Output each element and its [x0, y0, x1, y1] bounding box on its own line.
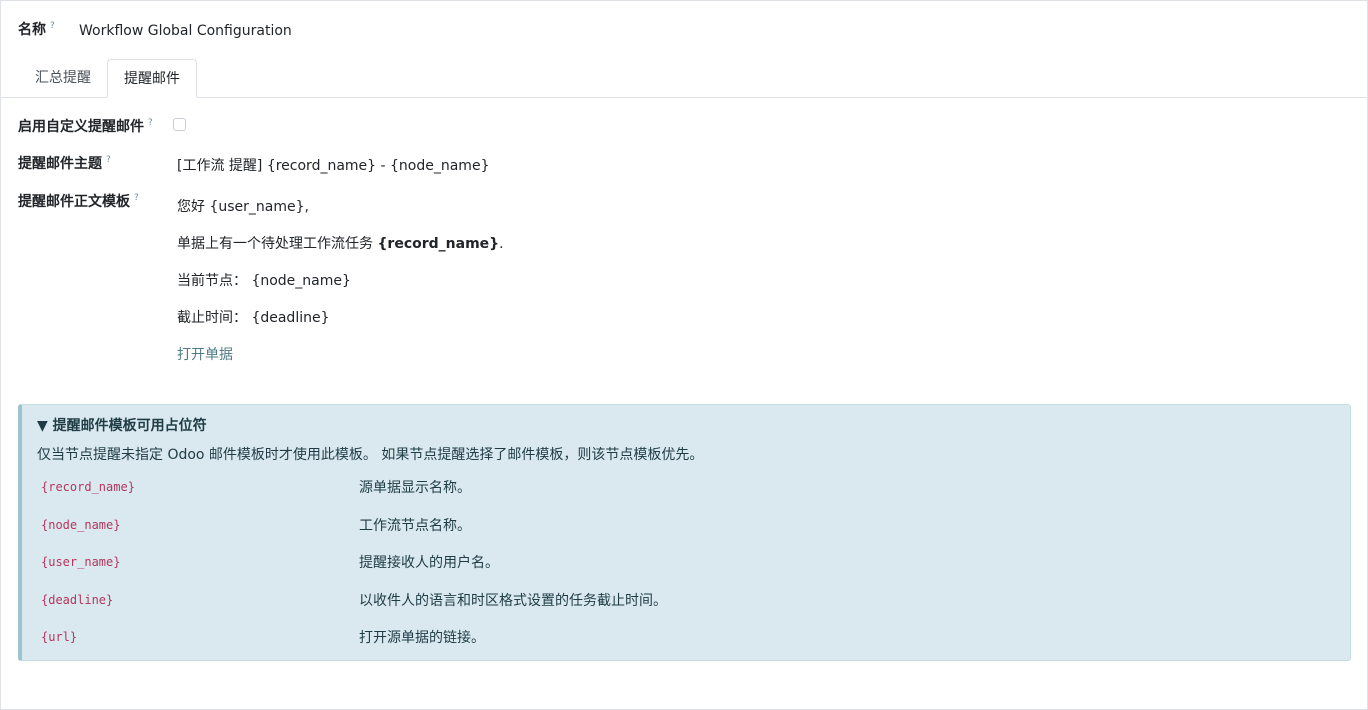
placeholder-code: {node_name}	[41, 518, 121, 532]
tab-summary-reminder[interactable]: 汇总提醒	[19, 59, 107, 97]
placeholder-desc: 工作流节点名称。	[359, 518, 471, 534]
subject-label: 提醒邮件主题?	[18, 155, 111, 172]
enable-field-row: 启用自定义提醒邮件?	[18, 116, 153, 136]
enable-label: 启用自定义提醒邮件?	[18, 118, 153, 135]
placeholder-desc: 打开源单据的链接。	[359, 630, 485, 646]
name-field-row: 名称?	[18, 19, 55, 39]
body-greeting[interactable]: 您好 {user_name},	[177, 196, 309, 216]
help-icon[interactable]: ?	[50, 21, 55, 31]
record-name-bold: {record_name}	[377, 236, 500, 252]
name-label: 名称?	[18, 21, 55, 38]
tab-reminder-email[interactable]: 提醒邮件	[107, 59, 197, 98]
body-label: 提醒邮件正文模板?	[18, 193, 139, 210]
placeholders-toggle[interactable]: ▼ 提醒邮件模板可用占位符	[37, 415, 207, 435]
placeholder-code: {user_name}	[41, 555, 121, 569]
help-icon[interactable]: ?	[134, 193, 139, 203]
open-record-link[interactable]: 打开单据	[177, 344, 233, 364]
body-field-row: 提醒邮件正文模板?	[18, 191, 139, 211]
placeholder-desc: 提醒接收人的用户名。	[359, 555, 499, 571]
placeholder-code: {deadline}	[41, 593, 114, 607]
subject-value[interactable]: [工作流 提醒] {record_name} - {node_name}	[177, 155, 489, 175]
placeholder-code: {url}	[41, 630, 78, 644]
placeholders-description: 仅当节点提醒未指定 Odoo 邮件模板时才使用此模板。 如果节点提醒选择了邮件模…	[37, 447, 704, 463]
placeholder-desc: 源单据显示名称。	[359, 480, 471, 496]
placeholder-desc: 以收件人的语言和时区格式设置的任务截止时间。	[359, 593, 667, 609]
subject-field-row: 提醒邮件主题?	[18, 153, 111, 173]
form-sheet: 名称? Workflow Global Configuration 汇总提醒 提…	[0, 0, 1368, 710]
body-line-node[interactable]: 当前节点： {node_name}	[177, 270, 351, 290]
body-line-deadline[interactable]: 截止时间： {deadline}	[177, 307, 330, 327]
placeholders-info-box: ▼ 提醒邮件模板可用占位符 仅当节点提醒未指定 Odoo 邮件模板时才使用此模板…	[18, 404, 1351, 661]
body-line-task[interactable]: 单据上有一个待处理工作流任务 {record_name}.	[177, 233, 504, 253]
notebook-tabs: 汇总提醒 提醒邮件	[1, 59, 1367, 98]
help-icon[interactable]: ?	[106, 155, 111, 165]
placeholder-code: {record_name}	[41, 480, 135, 494]
help-icon[interactable]: ?	[148, 118, 153, 128]
name-value[interactable]: Workflow Global Configuration	[79, 23, 292, 39]
enable-custom-email-checkbox[interactable]	[173, 118, 186, 131]
